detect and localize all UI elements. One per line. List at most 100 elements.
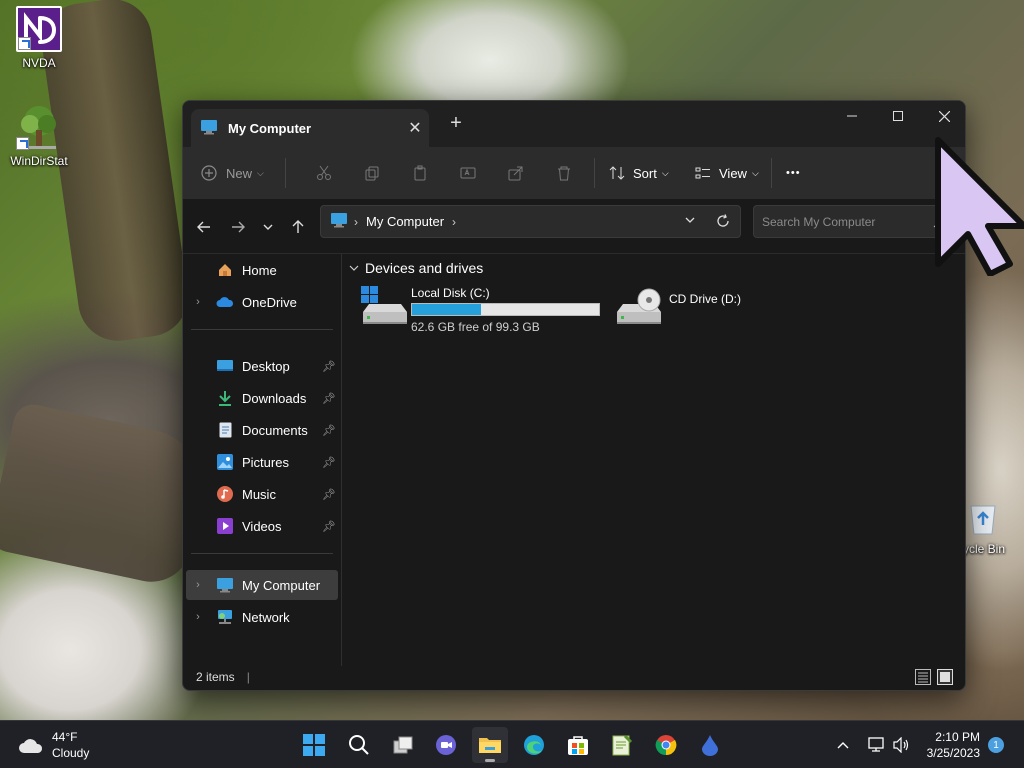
search-button[interactable] xyxy=(341,727,377,763)
chevron-down-icon: ⌵ xyxy=(257,167,264,178)
volume-button[interactable] xyxy=(892,721,910,768)
arrow-right-icon xyxy=(232,221,245,233)
drive-cd-drive-d[interactable]: CD Drive (D:) xyxy=(615,286,741,326)
chevron-right-icon[interactable]: › xyxy=(186,296,210,308)
see-more-button[interactable]: ••• xyxy=(786,155,816,191)
edge-button[interactable] xyxy=(516,727,552,763)
monitor-icon xyxy=(200,119,218,138)
paste-button[interactable] xyxy=(396,155,444,191)
sidebar-item-label: OneDrive xyxy=(242,294,297,310)
chevron-right-icon[interactable]: › xyxy=(186,579,210,591)
chevron-right-icon[interactable]: › xyxy=(186,611,210,623)
sidebar-item-videos[interactable]: Videos 📌︎ xyxy=(186,511,338,541)
notification-badge[interactable]: 1 xyxy=(988,737,1004,753)
task-view-button[interactable] xyxy=(385,727,421,763)
notepad-plus-button[interactable] xyxy=(604,727,640,763)
back-button[interactable] xyxy=(193,216,215,238)
chevron-down-icon: ⌵ xyxy=(661,167,669,178)
drive-free-space: 62.6 GB free of 99.3 GB xyxy=(411,320,540,334)
delete-button[interactable] xyxy=(540,155,588,191)
weather-widget[interactable]: 44°F Cloudy xyxy=(18,729,89,761)
search-icon xyxy=(349,735,369,755)
rename-icon xyxy=(460,167,476,179)
drive-name: Local Disk (C:) xyxy=(411,286,490,300)
refresh-button[interactable] xyxy=(716,214,730,231)
desktop-icon-nvda[interactable]: NVDA xyxy=(4,6,74,70)
recent-locations-button[interactable] xyxy=(257,216,279,238)
pin-icon: 📌︎ xyxy=(322,456,336,469)
tab-my-computer[interactable]: My Computer ✕ xyxy=(191,109,429,147)
store-icon xyxy=(568,736,588,755)
weather-condition: Cloudy xyxy=(52,746,90,760)
desktop-icon-windirstat[interactable]: WinDirStat xyxy=(4,104,74,168)
breadcrumb-separator[interactable]: › xyxy=(452,215,456,229)
sidebar-item-pictures[interactable]: Pictures 📌︎ xyxy=(186,447,338,477)
forward-button[interactable] xyxy=(227,216,249,238)
network-tray-button[interactable] xyxy=(866,721,886,768)
pin-icon: 📌︎ xyxy=(322,392,336,405)
sidebar-item-my-computer[interactable]: › My Computer xyxy=(186,570,338,600)
copy-button[interactable] xyxy=(348,155,396,191)
tab-title: My Computer xyxy=(228,120,312,136)
sidebar-item-documents[interactable]: Documents 📌︎ xyxy=(186,415,338,445)
clock-date: 3/25/2023 xyxy=(926,746,980,760)
title-bar[interactable]: My Computer ✕ + xyxy=(183,101,965,147)
monitor-icon xyxy=(216,576,234,594)
rename-button[interactable] xyxy=(444,155,492,191)
chrome-button[interactable] xyxy=(648,727,684,763)
desktop-icon-label: NVDA xyxy=(22,56,56,70)
file-explorer-taskbar-button[interactable] xyxy=(472,727,508,763)
mouse-pointer xyxy=(932,136,1024,279)
plus-circle-icon xyxy=(201,165,217,181)
toolbar-divider xyxy=(771,158,772,188)
content-pane: Devices and drives Local Disk (C:) 62.6 … xyxy=(343,254,965,664)
drive-name: CD Drive (D:) xyxy=(669,292,741,306)
disk-usage-fill xyxy=(412,304,482,315)
sidebar-item-home[interactable]: Home xyxy=(186,255,338,285)
cut-button[interactable] xyxy=(300,155,348,191)
sidebar-item-music[interactable]: Music 📌︎ xyxy=(186,479,338,509)
sidebar-item-downloads[interactable]: Downloads 📌︎ xyxy=(186,383,338,413)
status-divider: | xyxy=(246,670,250,684)
tab-close-button[interactable]: ✕ xyxy=(401,118,429,138)
share-button[interactable] xyxy=(492,155,540,191)
sidebar-item-label: Videos xyxy=(242,518,282,534)
search-input[interactable]: Search My Computer xyxy=(753,205,955,238)
maximize-icon xyxy=(893,111,903,121)
home-icon xyxy=(216,261,234,279)
new-button[interactable]: New ⌵ xyxy=(201,155,271,191)
clock[interactable]: 2:10 PM 3/25/2023 xyxy=(927,729,980,761)
close-button[interactable] xyxy=(921,101,965,131)
address-history-button[interactable] xyxy=(684,214,696,229)
sidebar-item-label: Desktop xyxy=(242,358,290,374)
minimize-button[interactable] xyxy=(829,101,875,131)
sidebar-item-network[interactable]: › Network xyxy=(186,602,338,632)
teams-chat-button[interactable] xyxy=(428,727,464,763)
sidebar-item-desktop[interactable]: Desktop 📌︎ xyxy=(186,351,338,381)
breadcrumb-my-computer[interactable]: My Computer xyxy=(366,214,444,229)
status-bar: 2 items | xyxy=(183,664,965,690)
weather-temp: 44°F xyxy=(52,730,78,744)
maximize-button[interactable] xyxy=(875,101,921,131)
store-button[interactable] xyxy=(560,727,596,763)
drive-local-disk-c[interactable]: Local Disk (C:) 62.6 GB free of 99.3 GB xyxy=(361,286,600,334)
address-bar[interactable]: › My Computer › xyxy=(320,205,741,238)
up-button[interactable] xyxy=(287,216,309,238)
app-button[interactable] xyxy=(692,727,728,763)
section-header-devices[interactable]: Devices and drives xyxy=(349,260,483,276)
view-button[interactable]: View ⌵ xyxy=(695,155,767,191)
file-explorer-window[interactable]: My Computer ✕ + New ⌵ Sort ⌵ View ⌵ ••• … xyxy=(182,100,966,691)
pin-icon: 📌︎ xyxy=(322,360,336,373)
pane-splitter[interactable] xyxy=(341,254,342,666)
new-tab-button[interactable]: + xyxy=(445,112,467,135)
sidebar-item-onedrive[interactable]: › OneDrive xyxy=(186,287,338,317)
tiles-view-button[interactable] xyxy=(937,669,953,688)
sort-button[interactable]: Sort ⌵ xyxy=(609,155,681,191)
refresh-icon xyxy=(717,214,729,227)
shortcut-arrow-icon xyxy=(18,37,31,50)
start-button[interactable] xyxy=(296,727,332,763)
shortcut-arrow-icon xyxy=(16,137,29,150)
show-hidden-icons-button[interactable] xyxy=(836,721,850,768)
details-view-button[interactable] xyxy=(915,669,931,688)
section-title: Devices and drives xyxy=(365,260,484,276)
